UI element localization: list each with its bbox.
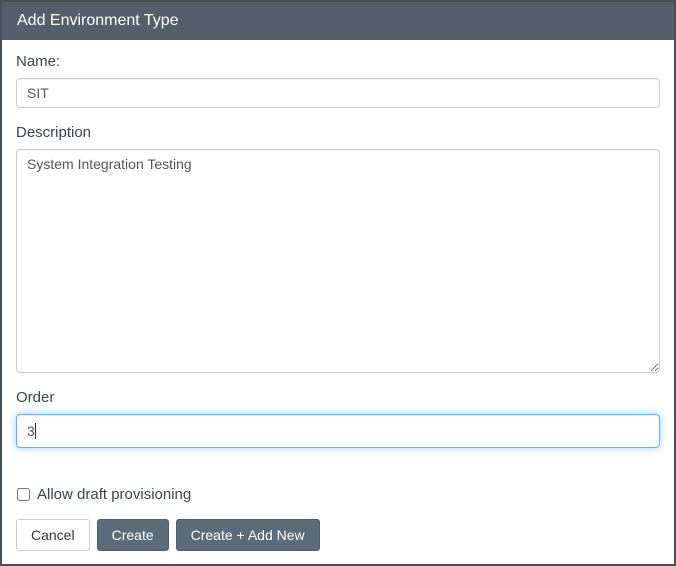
cancel-button[interactable]: Cancel — [16, 519, 90, 551]
order-label: Order — [16, 389, 660, 406]
name-field-group: Name: — [16, 53, 660, 108]
dialog-footer: Cancel Create Create + Add New — [2, 509, 674, 564]
description-textarea[interactable]: System Integration Testing — [16, 149, 660, 373]
dialog-body: Name: Description System Integration Tes… — [2, 40, 674, 509]
name-input[interactable] — [16, 78, 660, 108]
allow-draft-provisioning-row[interactable]: Allow draft provisioning — [16, 486, 660, 503]
order-input[interactable] — [16, 414, 660, 448]
dialog-header: Add Environment Type — [2, 2, 674, 40]
dialog-title: Add Environment Type — [17, 12, 179, 29]
order-input-wrap — [16, 414, 660, 448]
description-field-group: Description System Integration Testing — [16, 124, 660, 373]
allow-draft-provisioning-label[interactable]: Allow draft provisioning — [37, 486, 191, 503]
allow-draft-provisioning-checkbox[interactable] — [17, 488, 30, 501]
add-environment-type-dialog: Add Environment Type Name: Description S… — [0, 0, 676, 566]
order-field-group: Order — [16, 389, 660, 448]
create-add-new-button[interactable]: Create + Add New — [176, 519, 320, 551]
description-label: Description — [16, 124, 660, 141]
name-label: Name: — [16, 53, 660, 70]
create-button[interactable]: Create — [97, 519, 169, 551]
text-cursor — [35, 423, 36, 439]
